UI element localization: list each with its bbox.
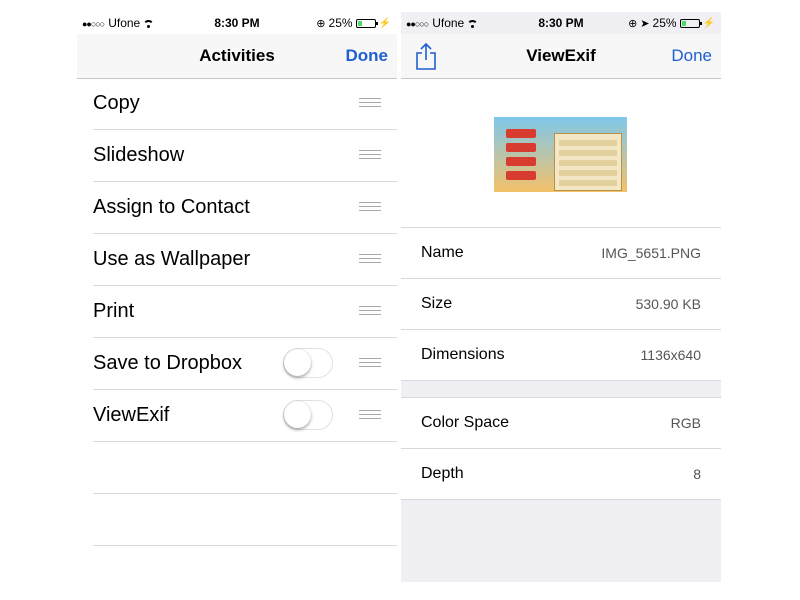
status-right: ⊕ ➤ 25% ⚡ [628,16,715,30]
info-value: 8 [693,466,701,482]
nav-bar: ViewExif Done [401,34,721,79]
empty-row [93,494,397,546]
info-row-name: Name IMG_5651.PNG [401,228,721,279]
activities-list: Copy Slideshow Assign to Contact Use as … [93,78,397,546]
done-button[interactable]: Done [671,46,712,66]
activity-row-save-to-dropbox: Save to Dropbox [93,338,397,390]
reorder-handle-icon[interactable] [359,254,381,263]
activity-label: Assign to Contact [93,196,250,218]
image-info-section: Color Space RGB Depth 8 [401,397,721,500]
reorder-handle-icon[interactable] [359,98,381,107]
reorder-handle-icon[interactable] [359,410,381,419]
location-icon: ➤ [640,17,650,30]
reorder-handle-icon[interactable] [359,202,381,211]
viewexif-screen: ●●○○○ Ufone 8:30 PM ⊕ ➤ 25% ⚡ ViewExif Do… [401,12,721,582]
info-row-depth: Depth 8 [401,449,721,500]
nav-bar: Activities Done [77,34,397,79]
info-row-size: Size 530.90 KB [401,279,721,330]
battery-percent: 25% [652,16,677,30]
info-row-color-space: Color Space RGB [401,398,721,449]
charging-icon: ⚡ [378,17,391,29]
activity-row-viewexif: ViewExif [93,390,397,442]
done-button[interactable]: Done [346,46,389,66]
info-key: Depth [421,465,464,482]
info-value: RGB [670,415,701,431]
battery-icon [679,18,702,28]
status-bar: ●●○○○ Ufone 8:30 PM ⊕ 25% ⚡ [77,12,397,34]
activity-row-print[interactable]: Print [93,286,397,338]
status-right: ⊕ 25% ⚡ [316,16,391,30]
activity-row-slideshow[interactable]: Slideshow [93,130,397,182]
reorder-handle-icon[interactable] [359,358,381,367]
rotation-lock-icon: ⊕ [316,17,326,30]
image-preview-area [401,79,721,228]
file-info-section: Name IMG_5651.PNG Size 530.90 KB Dimensi… [401,228,721,381]
info-key: Name [421,244,464,261]
info-key: Color Space [421,414,510,431]
charging-icon: ⚡ [702,17,715,29]
battery-icon [355,18,378,28]
info-row-dimensions: Dimensions 1136x640 [401,330,721,381]
image-thumbnail [494,117,627,192]
activity-label: Slideshow [93,144,185,166]
viewexif-toggle[interactable] [283,400,333,430]
activity-label: ViewExif [93,404,170,426]
status-bar: ●●○○○ Ufone 8:30 PM ⊕ ➤ 25% ⚡ [401,12,721,34]
rotation-lock-icon: ⊕ [628,17,638,30]
battery-percent: 25% [328,16,353,30]
info-key: Dimensions [421,346,505,363]
activity-row-copy[interactable]: Copy [93,78,397,130]
info-value: 1136x640 [640,347,701,363]
reorder-handle-icon[interactable] [359,150,381,159]
empty-row [93,442,397,494]
dropbox-toggle[interactable] [283,348,333,378]
activities-screen: ●●○○○ Ufone 8:30 PM ⊕ 25% ⚡ Activities Do… [77,12,397,582]
activity-row-use-as-wallpaper[interactable]: Use as Wallpaper [93,234,397,286]
activity-label: Print [93,300,135,322]
reorder-handle-icon[interactable] [359,306,381,315]
activity-label: Save to Dropbox [93,352,242,374]
activity-label: Copy [93,92,140,114]
activity-row-assign-to-contact[interactable]: Assign to Contact [93,182,397,234]
activity-label: Use as Wallpaper [93,248,251,270]
info-value: 530.90 KB [635,296,701,312]
info-value: IMG_5651.PNG [601,245,701,261]
info-key: Size [421,295,453,312]
